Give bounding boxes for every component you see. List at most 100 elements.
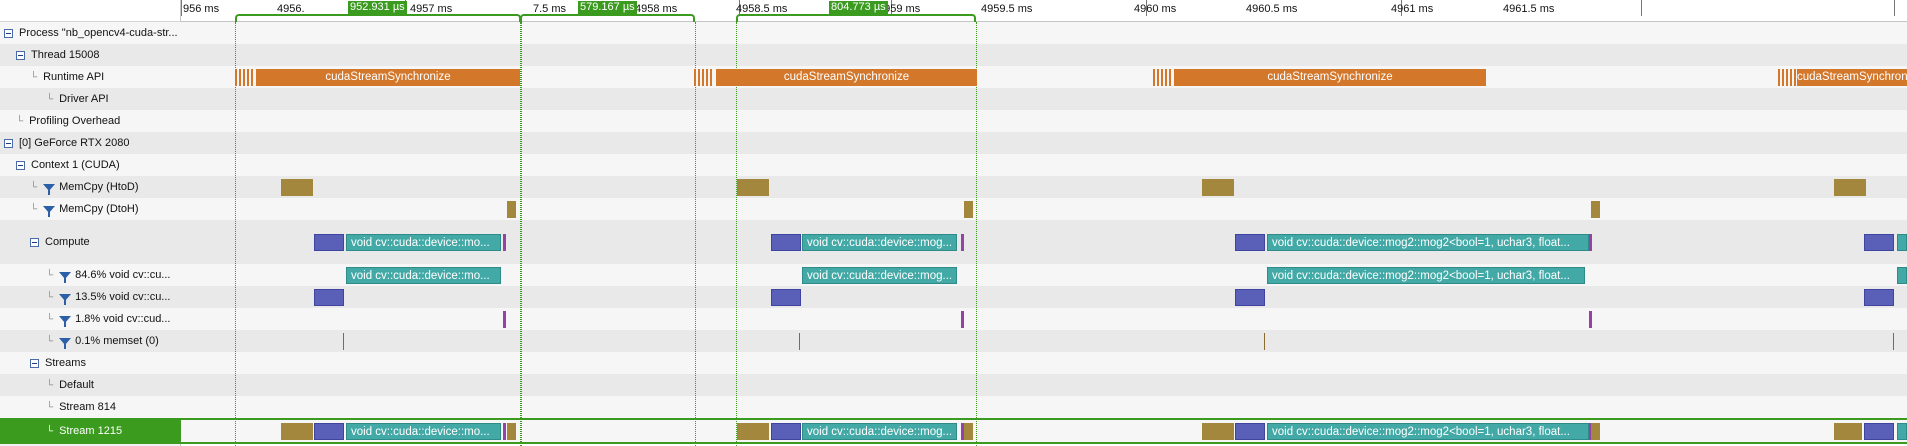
collapse-toggle-icon[interactable]	[16, 50, 25, 60]
kernel-small-block[interactable]	[503, 234, 506, 251]
kernel-secondary-block[interactable]	[771, 423, 801, 440]
collapse-toggle-icon[interactable]	[16, 160, 25, 170]
memcpy-dtoh-block[interactable]	[1591, 423, 1600, 440]
kernel-small-block[interactable]	[1589, 234, 1592, 251]
kernel-secondary-block[interactable]	[1235, 234, 1265, 251]
memcpy-htod-block[interactable]	[281, 423, 313, 440]
memcpy-htod-block[interactable]	[1834, 179, 1866, 196]
kernel-secondary-block[interactable]	[314, 234, 344, 251]
kernel-secondary-block[interactable]	[1864, 289, 1894, 306]
tree-row-13-5-void-cv-cu[interactable]: └ 13.5% void cv::cu...	[0, 286, 181, 308]
tree-row-process-nb-opencv4-cuda-str[interactable]: Process "nb_opencv4-cuda-str...	[0, 22, 181, 44]
kernel-secondary-block[interactable]	[771, 234, 801, 251]
kernel-small-block[interactable]	[961, 311, 964, 328]
tree-row-driver-api[interactable]: └ Driver API	[0, 88, 181, 110]
filter-icon[interactable]	[59, 315, 72, 327]
ruler-tick	[1641, 0, 1642, 16]
tree-row-thread-15008[interactable]: Thread 15008	[0, 44, 181, 66]
kernel-secondary-block[interactable]	[1235, 423, 1265, 440]
tree-row-profiling-overhead[interactable]: └ Profiling Overhead	[0, 110, 181, 132]
memcpy-htod-block[interactable]	[737, 423, 769, 440]
kernel-secondary-block[interactable]	[1864, 234, 1894, 251]
timeline-row	[181, 132, 1907, 154]
memcpy-htod-block[interactable]	[281, 179, 313, 196]
memcpy-dtoh-block[interactable]	[964, 423, 973, 440]
api-call-cudaStreamSynchronize[interactable]: cudaStreamSynchronize	[256, 69, 520, 86]
api-call-cudaStreamSynchronize[interactable]: cudaStreamSynchronize	[1797, 69, 1907, 86]
ruler-label: 4960 ms	[1134, 3, 1177, 15]
memcpy-dtoh-block[interactable]	[1591, 201, 1600, 218]
kernel-secondary-block[interactable]	[1235, 289, 1265, 306]
tree-row-streams[interactable]: Streams	[0, 352, 181, 374]
kernel-main-block[interactable]: void cv::cuda::device::mo...	[346, 234, 501, 251]
selection-bracket[interactable]	[235, 14, 521, 22]
memset-block[interactable]	[1893, 333, 1894, 350]
selection-bracket[interactable]	[520, 14, 695, 22]
kernel-small-block[interactable]	[961, 234, 964, 251]
tree-row-default[interactable]: └ Default	[0, 374, 181, 396]
kernel-main-block[interactable]: void cv::cuda::device::mog...	[802, 267, 957, 284]
kernel-small-block[interactable]	[503, 423, 506, 440]
kernel-main-block[interactable]	[1897, 423, 1907, 440]
selection-bracket[interactable]	[736, 14, 976, 22]
tree-row-memcpy-dtoh[interactable]: └ MemCpy (DtoH)	[0, 198, 181, 220]
kernel-main-block[interactable]: void cv::cuda::device::mo...	[346, 267, 501, 284]
tree-row-compute[interactable]: Compute	[0, 220, 181, 264]
ruler-label: 4961.5 ms	[1503, 3, 1555, 15]
kernel-main-block[interactable]: void cv::cuda::device::mog...	[802, 234, 957, 251]
timeline-row	[181, 44, 1907, 66]
filter-icon[interactable]	[59, 337, 72, 349]
kernel-secondary-block[interactable]	[314, 423, 344, 440]
tree-connector-icon: └	[46, 291, 54, 303]
collapse-toggle-icon[interactable]	[4, 28, 13, 38]
tree-connector-icon: └	[46, 335, 54, 347]
filter-icon[interactable]	[59, 271, 72, 283]
kernel-main-block[interactable]: void cv::cuda::device::mog2::mog2<bool=1…	[1267, 267, 1585, 284]
tree-row-context-1-cuda[interactable]: Context 1 (CUDA)	[0, 154, 181, 176]
kernel-main-block[interactable]: void cv::cuda::device::mo...	[346, 423, 501, 440]
tree-row-runtime-api[interactable]: └ Runtime API	[0, 66, 181, 88]
memcpy-htod-block[interactable]	[1834, 423, 1862, 440]
collapse-toggle-icon[interactable]	[30, 237, 39, 247]
kernel-secondary-block[interactable]	[771, 289, 801, 306]
tree-row-84-6-void-cv-cu[interactable]: └ 84.6% void cv::cu...	[0, 264, 181, 286]
kernel-main-block[interactable]: void cv::cuda::device::mog...	[802, 423, 957, 440]
kernel-main-block[interactable]	[1897, 267, 1907, 284]
memset-block[interactable]	[1264, 333, 1265, 350]
filter-icon[interactable]	[43, 183, 56, 195]
memcpy-dtoh-block[interactable]	[964, 201, 973, 218]
api-call-cudaStreamSynchronize[interactable]: cudaStreamSynchronize	[1174, 69, 1486, 86]
kernel-main-block[interactable]: void cv::cuda::device::mog2::mog2<bool=1…	[1267, 234, 1589, 251]
selection-duration-label: 804.773 µs	[829, 1, 888, 14]
memcpy-dtoh-block[interactable]	[507, 201, 516, 218]
api-call-mark	[235, 69, 237, 86]
api-call-mark	[251, 69, 253, 86]
tree-row-0-1-memset-0[interactable]: └ 0.1% memset (0)	[0, 330, 181, 352]
timeline-row	[181, 286, 1907, 308]
tree-row-stream-1215[interactable]: └ Stream 1215	[0, 418, 181, 444]
tree-row-stream-814[interactable]: └ Stream 814	[0, 396, 181, 418]
memset-block[interactable]	[799, 333, 800, 350]
timeline-panel[interactable]: 956 ms 4956. 4957 ms 7.5 ms 4958 ms 4958.5 ms…	[181, 0, 1907, 446]
filter-icon[interactable]	[59, 293, 72, 305]
collapse-toggle-icon[interactable]	[4, 138, 13, 148]
kernel-main-block[interactable]	[1897, 234, 1907, 251]
api-call-cudaStreamSynchronize[interactable]: cudaStreamSynchronize	[716, 69, 977, 86]
tree-row-memcpy-htod[interactable]: └ MemCpy (HtoD)	[0, 176, 181, 198]
kernel-main-block[interactable]: void cv::cuda::device::mog2::mog2<bool=1…	[1267, 423, 1589, 440]
time-ruler[interactable]: 956 ms 4956. 4957 ms 7.5 ms 4958 ms 4958.5 ms…	[181, 0, 1907, 22]
tree-row-0-geforce-rtx-2080[interactable]: [0] GeForce RTX 2080	[0, 132, 181, 154]
kernel-secondary-block[interactable]	[1864, 423, 1894, 440]
tree-row-1-8-void-cv-cud[interactable]: └ 1.8% void cv::cud...	[0, 308, 181, 330]
memcpy-htod-block[interactable]	[737, 179, 769, 196]
memcpy-htod-block[interactable]	[1202, 179, 1234, 196]
kernel-small-block[interactable]	[1589, 311, 1592, 328]
collapse-toggle-icon[interactable]	[30, 358, 39, 368]
kernel-small-block[interactable]	[503, 311, 506, 328]
memcpy-htod-block[interactable]	[1202, 423, 1234, 440]
tree-row-label: Compute	[45, 236, 90, 248]
filter-icon[interactable]	[43, 205, 56, 217]
memcpy-dtoh-block[interactable]	[507, 423, 516, 440]
memset-block[interactable]	[343, 333, 344, 350]
kernel-secondary-block[interactable]	[314, 289, 344, 306]
